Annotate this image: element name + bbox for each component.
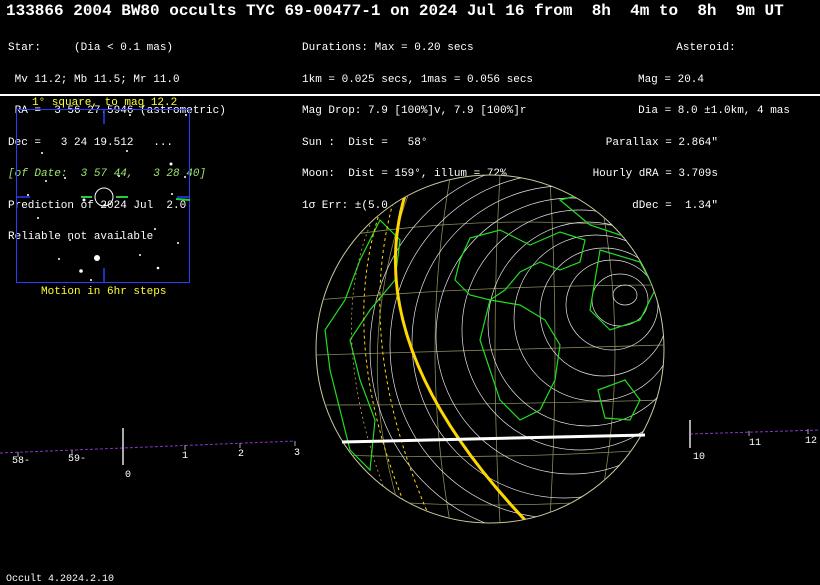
- earth-globe: [315, 174, 665, 524]
- tick-label: 3: [294, 448, 300, 459]
- tick-label: 12: [805, 436, 817, 447]
- software-version: Occult 4.2024.2.10: [6, 574, 115, 585]
- tick-label: 58-: [12, 456, 30, 467]
- crosshair: [17, 110, 190, 283]
- tick-label: 59-: [68, 454, 86, 465]
- timeline-left: 58- 59- 0 1 2 3: [0, 428, 300, 481]
- tick-label: 2: [238, 449, 244, 460]
- tick-label: 1: [182, 451, 188, 462]
- target-star-circle: [94, 187, 114, 207]
- chart-graphics: 58- 59- 0 1 2 3 10 11 12: [0, 110, 820, 524]
- tick-label: 0: [125, 470, 131, 481]
- motion-track: [81, 196, 191, 201]
- star-field: [27, 114, 187, 281]
- tick-label: 10: [693, 452, 705, 463]
- tick-label: 11: [749, 438, 761, 449]
- timeline-right: 10 11 12: [689, 420, 820, 463]
